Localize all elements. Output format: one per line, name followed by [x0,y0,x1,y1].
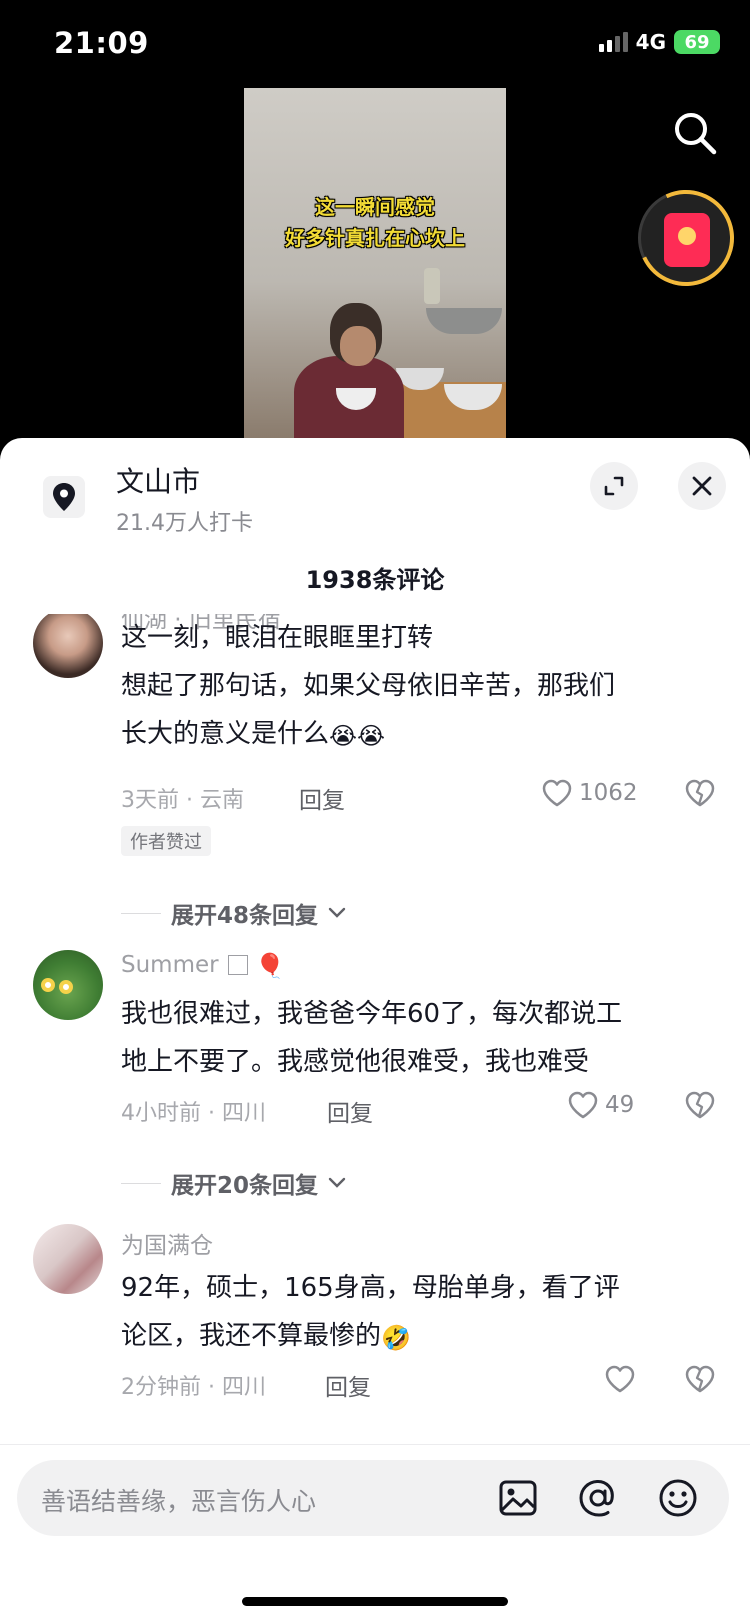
balloon-emoji: 🎈 [255,952,286,980]
expand-replies-label: 展开20条回复 [171,1173,319,1199]
comment-text-line: 论区，我还不算最惨的🤣 [121,1312,721,1360]
comment-panel: 文山市 21.4万人打卡 1938条评论 仙湖 · 旧里民宿 这一刻，眼泪在眼眶… [0,438,750,1624]
video-caption-line: 好多针真扎在心坎上 [285,226,465,250]
comment-count: 1938条评论 [305,566,445,594]
location-icon-box[interactable] [43,476,85,518]
reply-button[interactable]: 回复 [327,1094,373,1128]
image-button[interactable] [497,1477,539,1519]
emoji-button[interactable] [657,1477,699,1519]
reply-button[interactable]: 回复 [299,781,345,815]
divider-line [121,1182,161,1184]
close-icon [692,476,712,496]
location-pin-icon [53,483,75,511]
video-scene-bottle [424,268,440,304]
expand-button[interactable] [590,462,638,510]
like-button[interactable] [604,1364,642,1394]
comment-text-line: 这一刻，眼泪在眼眶里打转 [121,623,434,653]
search-button[interactable] [670,108,720,158]
signal-icon [598,32,628,52]
heart-icon [542,779,572,807]
at-icon [579,1480,614,1517]
chevron-down-icon [328,907,346,918]
placeholder-glyph [227,955,248,975]
author-name: Summer [121,952,219,978]
like-button[interactable]: 1062 [541,778,638,808]
comment-text-line: 92年，硕士，165身高，母胎单身，看了评 [121,1273,620,1303]
comment-meta: 4小时前 · 四川 [121,1101,266,1126]
red-packet-button[interactable] [624,176,748,300]
close-button[interactable] [678,462,726,510]
broken-heart-icon [685,1365,715,1393]
video-scene-person-face [340,326,376,366]
author-liked-badge: 作者赞过 [121,826,211,856]
like-count: 49 [605,1092,635,1118]
laughing-emoji: 🤣 [381,1324,411,1352]
comment-text-line: 我也很难过，我爸爸今年60了，每次都说工 [121,999,623,1029]
status-time: 21:09 [54,26,149,60]
dislike-button[interactable] [684,1090,716,1124]
comment-input-placeholder[interactable]: 善语结善缘，恶言伤人心 [41,1482,316,1518]
avatar[interactable] [33,1224,103,1294]
comment-list[interactable]: 仙湖 · 旧里民宿 这一刻，眼泪在眼眶里打转 想起了那句话，如果父母依旧辛苦，那… [0,614,750,1444]
like-button[interactable]: 49 [567,1090,634,1120]
comment-text: 我也很难过，我爸爸今年60了，每次都说工 地上不要了。我感觉他很难受，我也难受 [121,990,721,1086]
image-icon [499,1480,537,1516]
dislike-button[interactable] [684,778,716,812]
video-caption: 这一瞬间感觉 好多针真扎在心坎上 [244,192,506,254]
video-scene-basin [426,308,502,334]
status-indicators: 4G 69 [598,30,720,54]
comment-author[interactable]: Summer 🎈 [121,952,285,978]
comment-text-segment: 论区，我还不算最惨的 [121,1321,382,1351]
battery-indicator: 69 [674,30,720,54]
broken-heart-icon [685,1091,715,1119]
avatar[interactable] [33,614,103,678]
heart-icon [605,1365,635,1393]
dislike-button[interactable] [684,1364,716,1398]
video-player[interactable]: 这一瞬间感觉 好多针真扎在心坎上 [244,88,506,440]
expand-replies-label: 展开48条回复 [171,903,319,929]
video-caption-line: 这一瞬间感觉 [315,195,435,219]
expand-icon [604,476,624,496]
comment-text: 这一刻，眼泪在眼眶里打转 想起了那句话，如果父母依旧辛苦，那我们 长大的意义是什… [121,614,721,758]
home-indicator[interactable] [242,1597,508,1606]
comment-text-line: 想起了那句话，如果父母依旧辛苦，那我们 [121,671,616,701]
heart-icon [568,1091,598,1119]
divider [0,1444,750,1445]
search-icon [675,113,717,155]
comment-text-segment: 长大的意义是什么 [121,719,330,749]
checkin-count: 21.4万人打卡 [116,511,253,536]
comment-author[interactable]: 为国满仓 [121,1226,213,1260]
smiley-icon [659,1479,697,1517]
expand-replies-button[interactable]: 展开48条回复 [121,896,346,930]
avatar[interactable] [33,950,103,1020]
comment-text-line: 地上不要了。我感觉他很难受，我也难受 [121,1047,590,1077]
red-packet-icon [664,213,710,267]
comment-meta: 3天前 · 云南 [121,788,244,813]
comment-input-bar[interactable]: 善语结善缘，恶言伤人心 [17,1460,729,1536]
reply-button[interactable]: 回复 [325,1368,371,1402]
divider-line [121,912,161,914]
chevron-down-icon [328,1177,346,1188]
comment-text-line: 长大的意义是什么😭😭 [121,710,721,758]
comment-meta: 2分钟前 · 四川 [121,1375,266,1400]
location-name[interactable]: 文山市 [116,460,200,500]
mention-button[interactable] [577,1477,619,1519]
broken-heart-icon [685,779,715,807]
like-count: 1062 [579,780,638,806]
crying-emoji: 😭😭 [329,722,386,750]
comment-text: 92年，硕士，165身高，母胎单身，看了评 论区，我还不算最惨的🤣 [121,1264,721,1360]
expand-replies-button[interactable]: 展开20条回复 [121,1166,346,1200]
network-label: 4G [635,30,666,54]
